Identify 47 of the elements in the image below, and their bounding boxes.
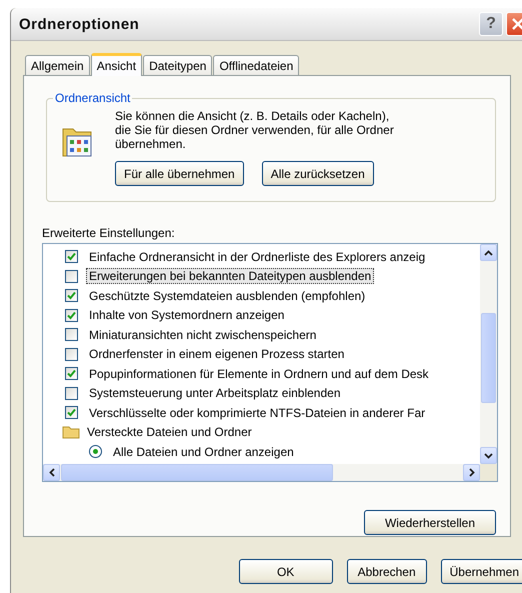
scrollbar-corner: [480, 464, 497, 481]
scroll-right-button[interactable]: [463, 464, 480, 481]
dialog-button[interactable]: Übernehmen: [440, 559, 522, 584]
checkbox[interactable]: [65, 386, 78, 400]
description-text: Sie können die Ansicht (z. B. Details oder Kacheln), die Sie für diesen Ordner verwenden, für alle Ordner übernehmen.: [115, 109, 395, 151]
scroll-thumb[interactable]: [481, 313, 496, 403]
tab[interactable]: Allgemein: [25, 55, 90, 75]
horizontal-scrollbar[interactable]: [43, 464, 497, 481]
scroll-left-button[interactable]: [43, 464, 60, 481]
scroll-down-button[interactable]: [480, 447, 497, 464]
checkbox[interactable]: [65, 348, 78, 361]
window-title: Ordneroptionen: [19, 16, 140, 32]
vertical-scrollbar[interactable]: [480, 244, 497, 464]
tab[interactable]: Dateitypen: [143, 55, 212, 75]
tab[interactable]: Ansicht: [90, 53, 142, 76]
checkbox[interactable]: [65, 328, 78, 342]
option-label[interactable]: Alle Dateien und Ordner anzeigen: [110, 444, 297, 460]
scroll-thumb[interactable]: [61, 464, 333, 481]
restore-button[interactable]: Wiederherstellen: [364, 510, 496, 535]
option-label[interactable]: Ordnerfenster in einem eigenen Prozess starten: [86, 346, 348, 362]
option-label[interactable]: Systemsteuerung unter Arbeitsplatz einblenden: [86, 385, 344, 402]
scroll-up-button[interactable]: [480, 244, 497, 261]
checkbox[interactable]: [65, 289, 78, 302]
option-label[interactable]: Einfache Ordneransicht in der Ordnerliste des Explorers anzeig: [86, 248, 428, 265]
option-label[interactable]: Versteckte Dateien und Ordner: [84, 424, 255, 440]
action-button[interactable]: Für alle übernehmen: [115, 161, 244, 186]
checkbox[interactable]: [65, 367, 78, 380]
dialog-button[interactable]: OK: [238, 559, 333, 584]
checkbox[interactable]: [65, 270, 78, 283]
checkbox[interactable]: [65, 406, 78, 420]
option-label[interactable]: Miniaturansichten nicht zwischenspeichern: [86, 326, 320, 343]
group-title: Ordneransicht: [53, 91, 132, 105]
section-label: Erweiterte Einstellungen:: [42, 226, 176, 242]
option-label[interactable]: Popupinformationen für Elemente in Ordnern und auf dem Desk: [86, 366, 432, 382]
help-button[interactable]: ?: [479, 12, 503, 36]
tab[interactable]: Offlinedateien: [213, 55, 300, 75]
checkbox[interactable]: [65, 250, 78, 264]
radio-button[interactable]: [89, 445, 102, 458]
option-label[interactable]: Verschlüsselte oder komprimierte NTFS-Dateien in anderer Far: [86, 404, 428, 421]
option-label[interactable]: Inhalte von Systemordnern anzeigen: [86, 307, 288, 324]
folder-icon: [62, 425, 80, 440]
checkbox[interactable]: [65, 308, 78, 322]
dialog-button[interactable]: Abbrechen: [346, 559, 427, 584]
close-icon: [511, 17, 522, 31]
option-label[interactable]: Erweiterungen bei bekannten Dateitypen ausblenden: [86, 268, 374, 284]
option-label[interactable]: Geschützte Systemdateien ausblenden (empfohlen): [86, 288, 368, 304]
action-button[interactable]: Alle zurücksetzen: [262, 161, 374, 186]
